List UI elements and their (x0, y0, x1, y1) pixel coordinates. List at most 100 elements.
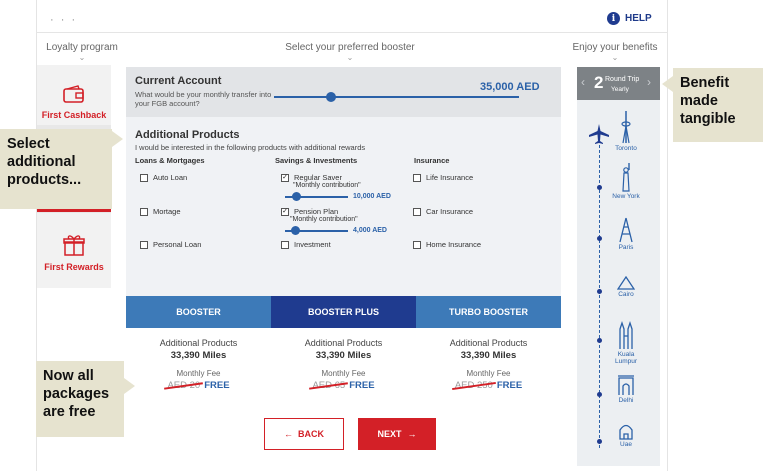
timeline-dot (597, 289, 602, 294)
timeline-dot (597, 185, 602, 190)
additional-products-title: Additional Products (135, 129, 240, 141)
chevron-right-icon[interactable]: › (647, 75, 651, 89)
checkbox-pension-plan[interactable]: ✓ Pension Plan (281, 207, 338, 216)
checkbox-home-insurance[interactable]: Home Insurance (413, 240, 481, 249)
callout-arrow (124, 378, 135, 394)
checkbox-car-insurance[interactable]: Car Insurance (413, 207, 473, 216)
city-uae[interactable]: Uae (606, 420, 646, 448)
logo: · · · (50, 14, 78, 26)
timeline-dot (597, 439, 602, 444)
eiffel-tower-icon (619, 217, 633, 243)
column-heading-savings: Savings & Investments (275, 156, 358, 165)
package-fee-label: Monthly Fee (466, 369, 511, 378)
next-button[interactable]: NEXT → (358, 418, 436, 450)
new-fee: FREE (204, 380, 230, 391)
package-fee-label: Monthly Fee (321, 369, 366, 378)
checkbox-box[interactable] (140, 207, 148, 216)
city-label: Toronto (615, 145, 637, 152)
timeline-dot (597, 338, 602, 343)
new-fee: FREE (349, 380, 375, 391)
help-label: HELP (625, 13, 652, 24)
city-paris[interactable]: Paris (606, 217, 646, 251)
package-booster-plus[interactable]: BOOSTER PLUS Additional Products 33,390 … (271, 296, 416, 402)
checkbox-box[interactable] (413, 207, 421, 216)
checkbox-box[interactable] (140, 240, 148, 249)
chevron-left-icon[interactable]: ‹ (581, 75, 585, 89)
checkbox-regular-saver[interactable]: ✓ Regular Saver (281, 173, 342, 182)
regular-saver-slider-handle[interactable] (292, 192, 301, 201)
package-name: BOOSTER PLUS (271, 296, 416, 328)
timeline-dot (597, 236, 602, 241)
transfer-slider-track[interactable] (274, 96, 519, 98)
step-loyalty-program[interactable]: Loyalty program ⌄ (46, 42, 118, 62)
pyramid-icon (617, 276, 635, 290)
arrow-left-icon: ← (284, 429, 293, 439)
package-booster[interactable]: BOOSTER Additional Products 33,390 Miles… (126, 296, 271, 402)
tab-first-cashback[interactable]: First Cashback (37, 65, 111, 125)
step-label: Select your preferred booster (285, 42, 415, 53)
checkbox-box[interactable] (140, 173, 148, 182)
package-products-label: Additional Products (159, 338, 238, 348)
new-fee: FREE (496, 380, 523, 391)
back-label: BACK (298, 429, 324, 439)
city-label: Cairo (618, 291, 634, 298)
statue-of-liberty-icon (622, 163, 630, 192)
cn-tower-icon (621, 111, 631, 144)
arrow-right-icon: → (407, 429, 417, 439)
india-gate-icon (618, 375, 634, 395)
checkbox-label: Mortage (153, 207, 181, 216)
checkbox-auto-loan[interactable]: Auto Loan (140, 173, 187, 182)
step-label: Enjoy your benefits (572, 42, 658, 53)
additional-products-subtitle: I would be interested in the following p… (135, 143, 366, 152)
header-divider (36, 32, 668, 33)
package-products-label: Additional Products (449, 338, 528, 348)
step-preferred-booster[interactable]: Select your preferred booster ⌄ (280, 42, 420, 62)
city-kuala-lumpur[interactable]: Kuala Lumpur (606, 320, 646, 365)
help-link[interactable]: i HELP (607, 12, 652, 25)
step-enjoy-benefits[interactable]: Enjoy your benefits ⌄ (565, 42, 665, 62)
city-label: Kuala Lumpur (614, 351, 638, 365)
city-toronto[interactable]: Toronto (606, 110, 646, 152)
package-name: BOOSTER (126, 296, 271, 328)
wallet-icon (63, 85, 84, 103)
city-cairo[interactable]: Cairo (606, 276, 646, 298)
pension-plan-slider-handle[interactable] (291, 226, 300, 235)
checkbox-life-insurance[interactable]: Life Insurance (413, 173, 473, 182)
current-account-title: Current Account (135, 75, 222, 87)
city-new-york[interactable]: New York (606, 162, 646, 200)
back-button[interactable]: ← BACK (264, 418, 344, 450)
checkbox-investment[interactable]: Investment (281, 240, 331, 249)
petronas-towers-icon (619, 320, 633, 349)
checkbox-box-checked[interactable]: ✓ (281, 173, 289, 182)
timeline-dot (597, 392, 602, 397)
chevron-down-icon: ⌄ (78, 53, 86, 62)
info-icon: i (607, 12, 620, 25)
transfer-slider-handle[interactable] (326, 92, 336, 102)
tab-first-rewards[interactable]: First Rewards (37, 213, 111, 288)
benefit-count: 2 (594, 73, 604, 92)
gift-icon (63, 235, 85, 256)
checkbox-label: Regular Saver (294, 173, 342, 182)
checkbox-box[interactable] (413, 240, 421, 249)
city-label: Paris (618, 244, 634, 251)
current-account-question: What would be your monthly transfer into… (135, 90, 272, 108)
callout-arrow (662, 76, 673, 92)
checkbox-box-checked[interactable]: ✓ (281, 207, 289, 216)
chevron-down-icon: ⌄ (346, 53, 354, 62)
city-label: Delhi (618, 397, 634, 404)
package-name: TURBO BOOSTER (416, 296, 561, 328)
next-label: NEXT (377, 429, 402, 439)
checkbox-box[interactable] (281, 240, 289, 249)
city-delhi[interactable]: Delhi (606, 374, 646, 404)
tab-label: First Rewards (44, 262, 104, 272)
package-turbo-booster[interactable]: TURBO BOOSTER Additional Products 33,390… (416, 296, 561, 402)
checkbox-personal-loan[interactable]: Personal Loan (140, 240, 201, 249)
old-fee: AED 65 (312, 380, 346, 391)
callout-arrow (112, 131, 123, 147)
checkbox-label: Investment (294, 240, 331, 249)
checkbox-label: Life Insurance (426, 173, 474, 182)
benefit-period: Yearly (611, 86, 629, 93)
checkbox-mortgage[interactable]: Mortage (140, 207, 181, 216)
package-products-label: Additional Products (304, 338, 383, 348)
checkbox-box[interactable] (413, 173, 421, 182)
